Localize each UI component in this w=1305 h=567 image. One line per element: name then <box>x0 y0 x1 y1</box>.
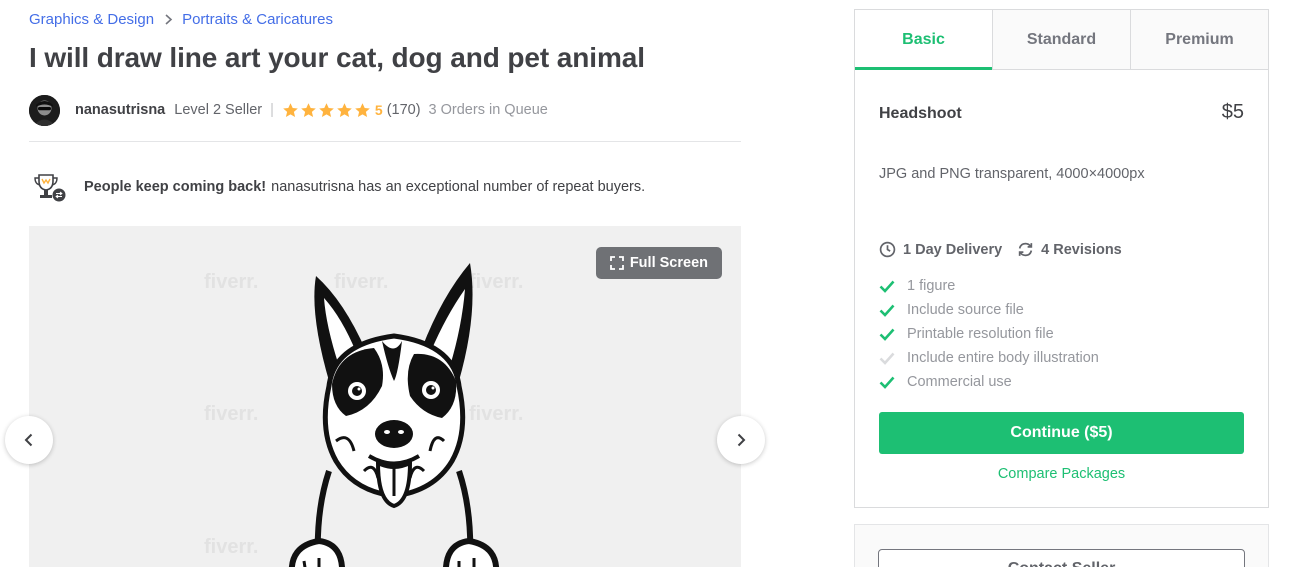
feature-item: Include entire body illustration <box>879 346 1099 370</box>
feature-label: Include entire body illustration <box>907 350 1099 366</box>
dog-line-art-image <box>288 263 500 567</box>
feature-item: Printable resolution file <box>879 322 1099 346</box>
star-icon <box>301 102 316 117</box>
clock-icon <box>879 241 896 258</box>
watermark: fiverr. <box>204 403 259 425</box>
tab-basic[interactable]: Basic <box>855 10 992 70</box>
gallery-prev-button[interactable] <box>5 416 53 464</box>
avatar[interactable] <box>29 94 60 126</box>
revisions-count: 4 Revisions <box>1041 241 1122 258</box>
tab-premium[interactable]: Premium <box>1130 10 1268 69</box>
repeat-buyers-headline: People keep coming back! <box>84 179 267 195</box>
delivery-time: 1 Day Delivery <box>903 241 1003 258</box>
continue-button[interactable]: Continue ($5) <box>879 412 1244 454</box>
rating-score: 5 <box>374 102 383 118</box>
seller-level: Level 2 Seller <box>174 102 263 118</box>
refresh-icon <box>1018 242 1033 257</box>
feature-label: Include source file <box>907 302 1024 318</box>
package-price: $5 <box>1221 101 1244 123</box>
star-rating[interactable] <box>282 102 371 119</box>
expand-icon <box>609 256 624 270</box>
feature-label: 1 figure <box>907 278 956 294</box>
star-icon <box>283 102 298 117</box>
chevron-right-icon <box>737 433 746 447</box>
check-icon <box>879 280 895 293</box>
gallery-next-button[interactable] <box>717 416 765 464</box>
watermark: fiverr. <box>204 271 259 293</box>
package-header: Headshoot $5 <box>879 101 1244 124</box>
feature-label: Commercial use <box>907 374 1012 390</box>
feature-label: Printable resolution file <box>907 326 1054 342</box>
contact-seller-button[interactable]: Contact Seller <box>878 549 1245 567</box>
package-features: 1 figure Include source file Printable r… <box>879 274 1099 394</box>
package-delivery-info: 1 Day Delivery 4 Revisions <box>879 241 1122 258</box>
gig-gallery[interactable]: fiverr. fiverr. fiverr. fiverr. fiverr. … <box>29 226 741 567</box>
seller-overview: nanasutrisna Level 2 Seller | 5 (170) 3 … <box>29 94 548 126</box>
seller-name-link[interactable]: nanasutrisna <box>75 102 165 118</box>
divider-pipe: | <box>270 102 274 118</box>
package-panel: Basic Standard Premium Headshoot $5 JPG … <box>854 9 1269 508</box>
contact-seller-section: Contact Seller <box>854 524 1269 567</box>
divider <box>29 141 741 142</box>
check-icon-disabled <box>879 352 895 365</box>
breadcrumb: Graphics & Design Portraits & Caricature… <box>29 11 333 28</box>
check-icon <box>879 304 895 317</box>
orders-in-queue: 3 Orders in Queue <box>428 102 548 118</box>
repeat-buyers-highlight: People keep coming back! nanasutrisna ha… <box>31 171 645 203</box>
trophy-icon <box>31 171 69 203</box>
compare-packages-link[interactable]: Compare Packages <box>855 466 1268 482</box>
full-screen-button[interactable]: Full Screen <box>595 247 722 279</box>
star-icon <box>337 102 352 117</box>
feature-item: Include source file <box>879 298 1099 322</box>
breadcrumb-link-graphics-design[interactable]: Graphics & Design <box>29 11 154 28</box>
page-title: I will draw line art your cat, dog and p… <box>29 42 645 73</box>
package-description: JPG and PNG transparent, 4000×4000px <box>879 166 1145 182</box>
feature-item: Commercial use <box>879 370 1099 394</box>
check-icon <box>879 376 895 389</box>
repeat-buyers-text: nanasutrisna has an exceptional number o… <box>271 179 646 195</box>
check-icon <box>879 328 895 341</box>
full-screen-label: Full Screen <box>629 255 708 271</box>
rating-count[interactable]: (170) <box>387 102 421 118</box>
tab-standard[interactable]: Standard <box>992 10 1130 69</box>
watermark: fiverr. <box>204 536 259 558</box>
star-icon <box>319 102 334 117</box>
star-icon <box>355 102 370 117</box>
package-tabs: Basic Standard Premium <box>855 10 1268 70</box>
feature-item: 1 figure <box>879 274 1099 298</box>
chevron-left-icon <box>24 433 33 447</box>
breadcrumb-link-portraits-caricatures[interactable]: Portraits & Caricatures <box>182 11 333 28</box>
chevron-right-icon <box>154 14 182 25</box>
package-name: Headshoot <box>879 105 962 122</box>
